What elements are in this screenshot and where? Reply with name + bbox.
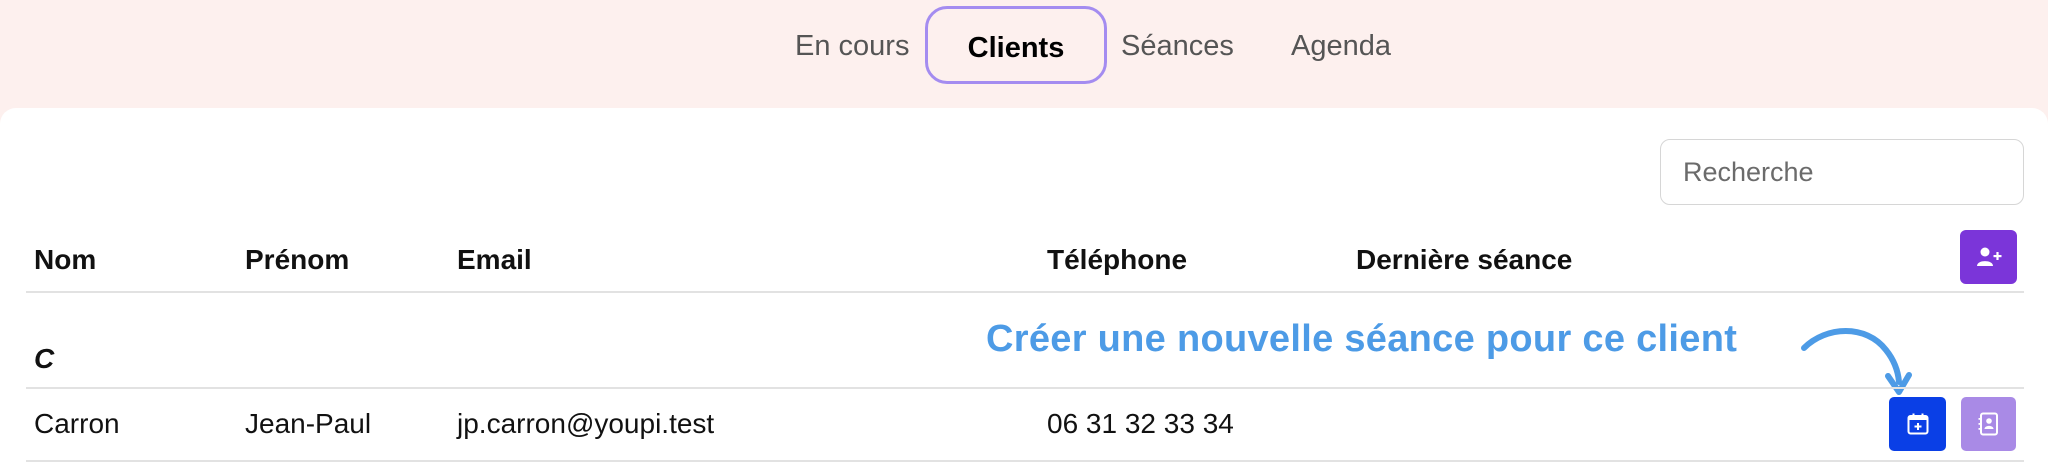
column-header-prenom[interactable]: Prénom bbox=[245, 244, 349, 276]
contact-card-button[interactable] bbox=[1961, 397, 2016, 451]
tab-agenda[interactable]: Agenda bbox=[1291, 22, 1391, 70]
cell-nom: Carron bbox=[34, 408, 120, 439]
group-divider bbox=[26, 387, 2024, 389]
add-client-button[interactable] bbox=[1960, 230, 2017, 284]
top-navigation: En cours Clients Séances Agenda bbox=[0, 0, 2048, 106]
search-input[interactable] bbox=[1660, 139, 2024, 205]
address-book-icon bbox=[1978, 412, 1998, 436]
cell-prenom: Jean-Paul bbox=[245, 408, 372, 439]
row-divider bbox=[26, 460, 2024, 462]
cell-email: jp.carron@youpi.test bbox=[457, 408, 715, 439]
annotation-text: Créer une nouvelle séance pour ce client bbox=[986, 318, 1738, 360]
header-divider bbox=[26, 291, 2024, 293]
cell-telephone: 06 31 32 33 34 bbox=[1047, 408, 1234, 439]
tab-seances[interactable]: Séances bbox=[1121, 22, 1234, 70]
column-header-nom[interactable]: Nom bbox=[34, 244, 96, 276]
column-header-email[interactable]: Email bbox=[457, 244, 532, 276]
new-session-button[interactable] bbox=[1889, 397, 1946, 451]
tab-en-cours[interactable]: En cours bbox=[795, 22, 909, 70]
column-header-derniere-seance[interactable]: Dernière séance bbox=[1356, 244, 1572, 276]
column-header-telephone[interactable]: Téléphone bbox=[1047, 244, 1187, 276]
calendar-plus-icon bbox=[1907, 413, 1928, 435]
user-plus-icon bbox=[1976, 247, 2001, 266]
tab-clients[interactable]: Clients bbox=[925, 6, 1107, 84]
group-letter: C bbox=[34, 343, 55, 374]
